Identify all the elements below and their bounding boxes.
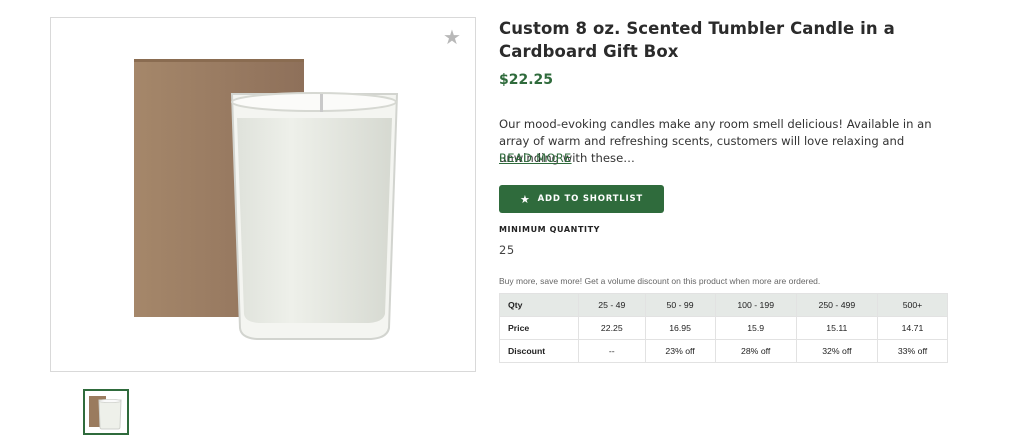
qty-cell: 250 - 499: [795, 293, 878, 317]
price-header: Price: [499, 316, 579, 340]
product-image: [134, 59, 399, 340]
favorite-star-icon[interactable]: ★: [443, 28, 461, 48]
discount-cell: --: [578, 339, 646, 363]
price-cell: 22.25: [578, 316, 646, 340]
product-thumbnail[interactable]: [83, 389, 129, 435]
discount-header: Discount: [499, 339, 579, 363]
qty-cell: 25 - 49: [578, 293, 646, 317]
volume-pricing-table: Qty 25 - 49 50 - 99 100 - 199 250 - 499 …: [499, 293, 949, 363]
table-row-discount: Discount -- 23% off 28% off 32% off 33% …: [499, 339, 949, 363]
table-row-price: Price 22.25 16.95 15.9 15.11 14.71: [499, 316, 949, 340]
star-icon: ★: [519, 192, 531, 206]
price-cell: 15.11: [795, 316, 878, 340]
thumbnail-image: [89, 396, 122, 430]
qty-cell: 50 - 99: [644, 293, 716, 317]
product-title: Custom 8 oz. Scented Tumbler Candle in a…: [499, 19, 895, 61]
read-more-link[interactable]: READ MORE: [499, 151, 572, 165]
discount-cell: 32% off: [795, 339, 878, 363]
add-to-shortlist-button[interactable]: ★ ADD TO SHORTLIST: [499, 185, 664, 213]
price-cell: 16.95: [644, 316, 716, 340]
price-cell: 14.71: [876, 316, 949, 340]
product-price: $22.25: [499, 72, 554, 88]
qty-header: Qty: [499, 293, 579, 317]
discount-cell: 33% off: [876, 339, 949, 363]
add-to-shortlist-label: ADD TO SHORTLIST: [537, 194, 644, 204]
discount-cell: 23% off: [644, 339, 716, 363]
table-row-qty: Qty 25 - 49 50 - 99 100 - 199 250 - 499 …: [499, 293, 949, 317]
minimum-quantity-value: 25: [499, 243, 515, 257]
product-image-panel: [50, 17, 476, 372]
qty-cell: 100 - 199: [714, 293, 797, 317]
discount-cell: 28% off: [714, 339, 797, 363]
product-details: Custom 8 oz. Scented Tumbler Candle in a…: [499, 17, 949, 363]
minimum-quantity-label: MINIMUM QUANTITY: [499, 225, 601, 234]
qty-cell: 500+: [876, 293, 949, 317]
volume-discount-note: Buy more, save more! Get a volume discou…: [499, 276, 821, 286]
price-cell: 15.9: [714, 316, 797, 340]
